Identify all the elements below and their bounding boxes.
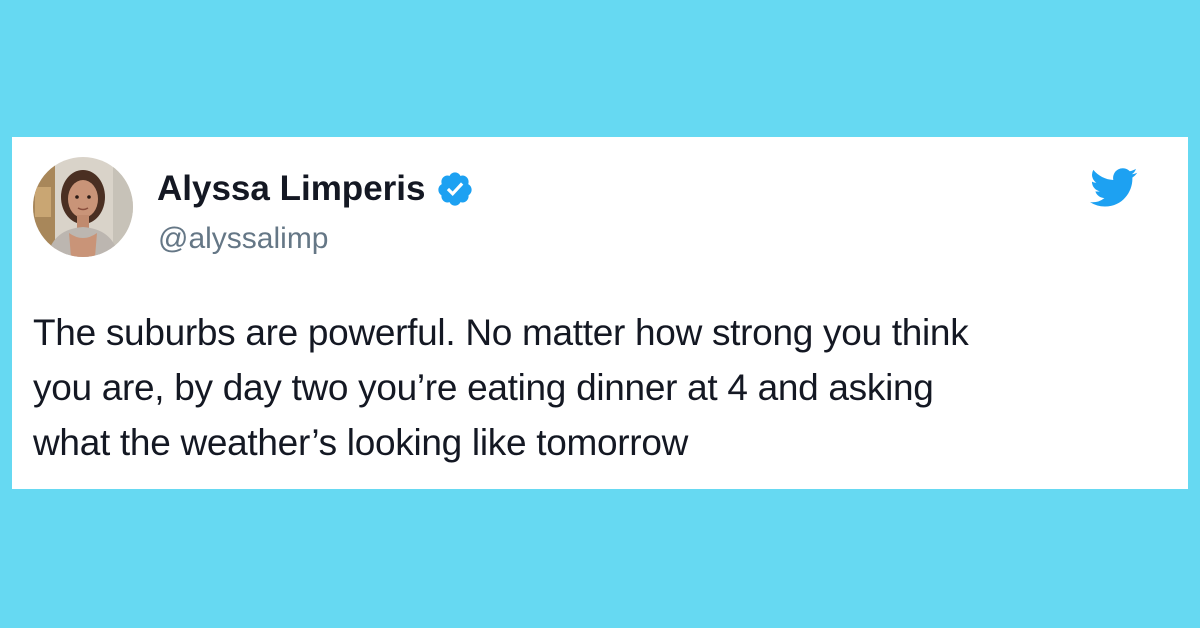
avatar[interactable] xyxy=(33,157,133,257)
author-name-row[interactable]: Alyssa Limperis xyxy=(157,168,474,210)
avatar-photo xyxy=(33,157,133,257)
tweet-text-line: what the weather’s looking like tomorrow xyxy=(33,422,689,463)
author-display-name[interactable]: Alyssa Limperis xyxy=(157,168,425,210)
tweet-text: The suburbs are powerful. No matter how … xyxy=(33,305,1173,470)
tweet-card: Alyssa Limperis @alyssalimp The suburbs … xyxy=(12,137,1188,489)
tweet-text-line: The suburbs are powerful. No matter how … xyxy=(33,312,969,353)
twitter-bird-icon[interactable] xyxy=(1090,168,1138,208)
tweet-text-line: you are, by day two you’re eating dinner… xyxy=(33,367,934,408)
author-handle[interactable]: @alyssalimp xyxy=(158,221,329,257)
verified-badge-icon xyxy=(438,172,473,206)
